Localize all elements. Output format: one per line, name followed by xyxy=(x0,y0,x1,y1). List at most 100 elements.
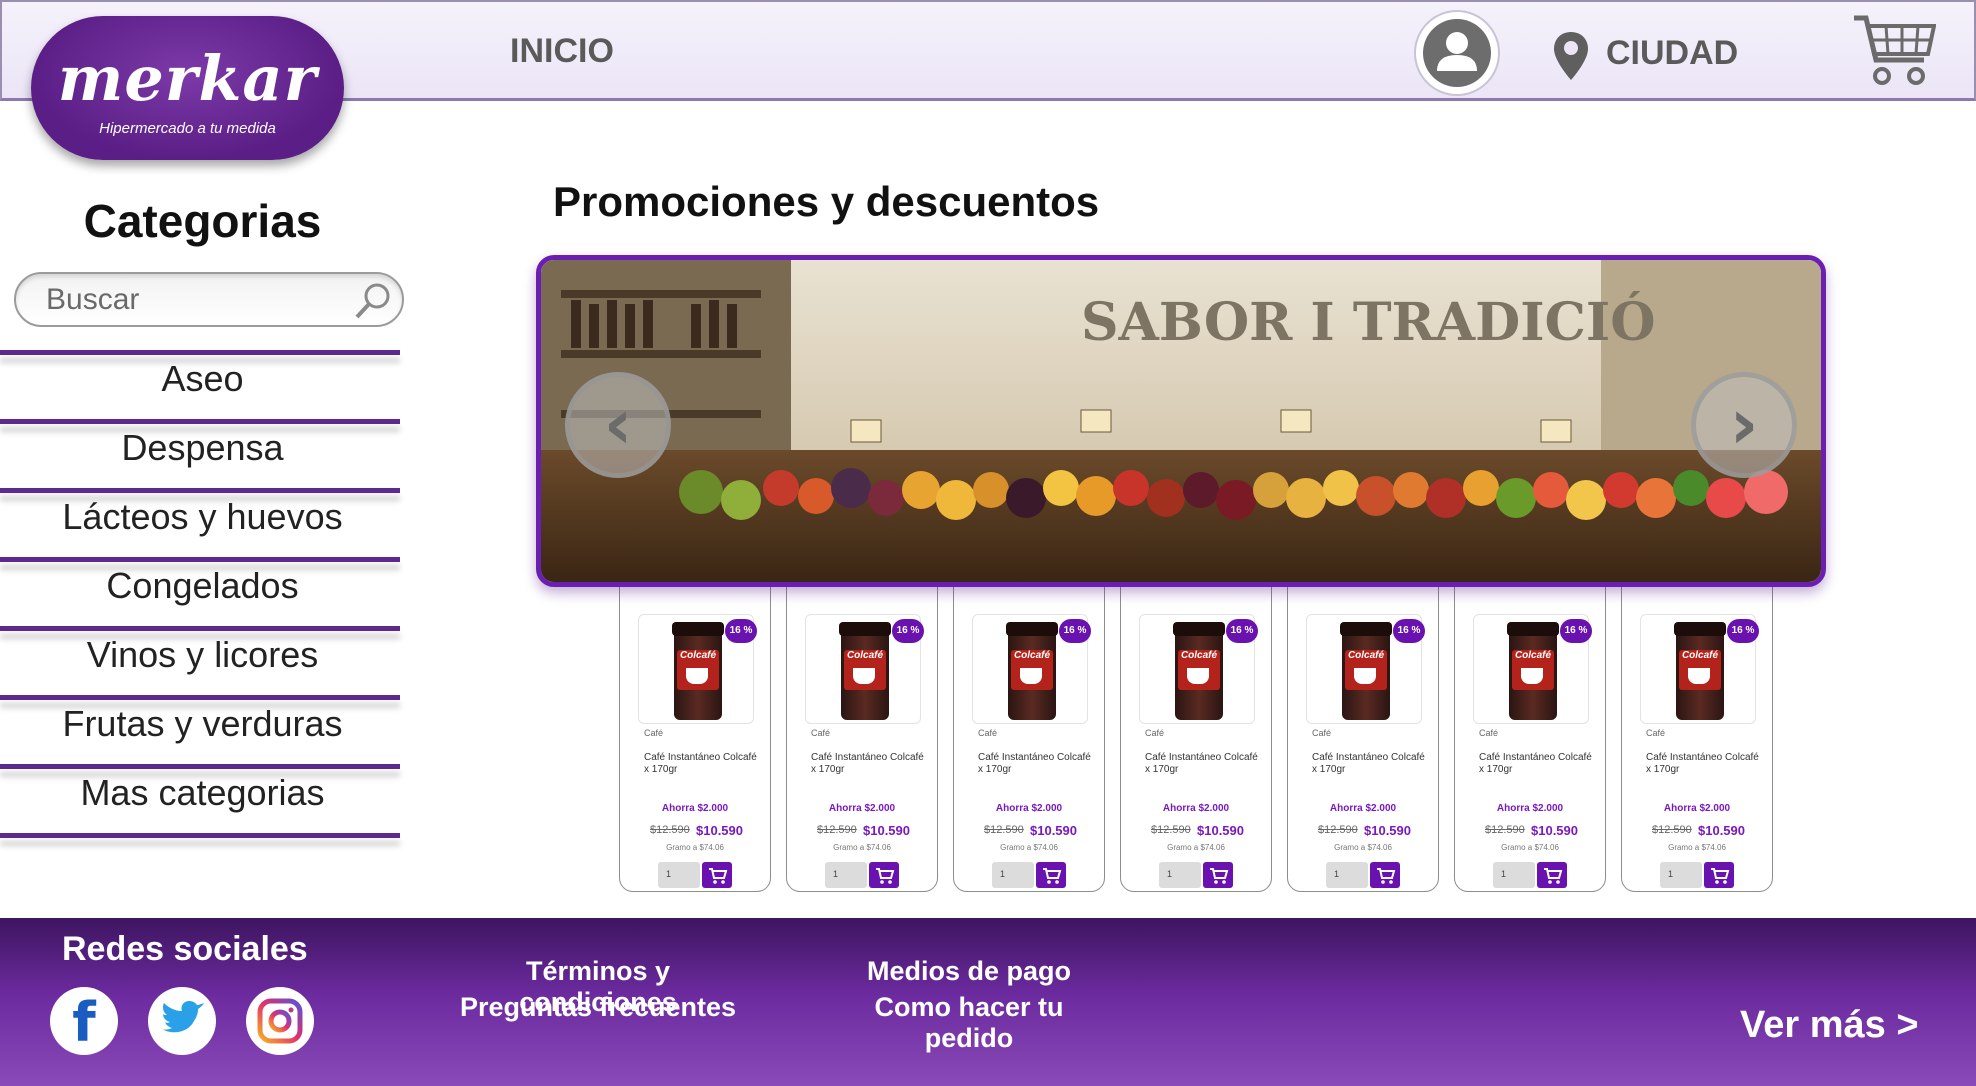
social-title: Redes sociales xyxy=(62,930,308,968)
logo-brand: merkar xyxy=(57,42,318,115)
product-card[interactable]: Colcafé 16 % Café Café Instantáneo Colcafé … xyxy=(1454,545,1606,892)
category-divider xyxy=(0,764,400,769)
quantity-input[interactable]: 1 xyxy=(992,862,1034,888)
quantity-input[interactable]: 1 xyxy=(1493,862,1535,888)
see-more-link[interactable]: Ver más > xyxy=(1740,1004,1919,1047)
product-image[interactable]: Colcafé 16 % xyxy=(638,614,757,724)
add-to-cart-button[interactable] xyxy=(869,862,899,888)
product-card[interactable]: Colcafé 16 % Café Café Instantáneo Colcafé … xyxy=(619,545,771,892)
unit-price: Gramo a $74.06 xyxy=(666,843,724,852)
discount-badge: 16 % xyxy=(1727,619,1759,643)
payment-methods-link[interactable]: Medios de pago xyxy=(830,956,1108,987)
category-item-lacteos[interactable]: Lácteos y huevos xyxy=(0,496,405,538)
product-name[interactable]: Café Instantáneo Colcafé x 170gr xyxy=(1312,752,1430,776)
old-price: $12.590 xyxy=(817,824,857,836)
product-brand: Colcafé xyxy=(1347,650,1385,661)
product-name[interactable]: Café Instantáneo Colcafé x 170gr xyxy=(811,752,929,776)
discount-badge: 16 % xyxy=(1393,619,1425,643)
unit-price: Gramo a $74.06 xyxy=(1668,843,1726,852)
discount-badge: 16 % xyxy=(1226,619,1258,643)
savings-label: Ahorra $2.000 xyxy=(1663,803,1731,814)
add-to-cart-button[interactable] xyxy=(1704,862,1734,888)
new-price: $10.590 xyxy=(863,823,910,838)
twitter-icon[interactable] xyxy=(148,987,216,1055)
chevron-right-icon: › xyxy=(1729,383,1759,465)
product-name[interactable]: Café Instantáneo Colcafé x 170gr xyxy=(1646,752,1764,776)
coffee-jar-image: Colcafé xyxy=(1340,622,1392,720)
category-item-despensa[interactable]: Despensa xyxy=(0,427,405,469)
product-image[interactable]: Colcafé 16 % xyxy=(805,614,924,724)
product-card[interactable]: Colcafé 16 % Café Café Instantáneo Colcafé … xyxy=(1621,545,1773,892)
product-image[interactable]: Colcafé 16 % xyxy=(1473,614,1592,724)
new-price: $10.590 xyxy=(1531,823,1578,838)
old-price: $12.590 xyxy=(1485,824,1525,836)
quantity-input[interactable]: 1 xyxy=(1159,862,1201,888)
product-brand: Colcafé xyxy=(1013,650,1051,661)
category-item-vinos[interactable]: Vinos y licores xyxy=(0,634,405,676)
category-divider xyxy=(0,488,400,493)
quantity-input[interactable]: 1 xyxy=(1660,862,1702,888)
discount-badge: 16 % xyxy=(725,619,757,643)
product-brand: Colcafé xyxy=(1514,650,1552,661)
cart-icon[interactable] xyxy=(1852,14,1937,93)
faq-link[interactable]: Preguntas frecuentes xyxy=(452,992,744,1023)
categories-title: Categorias xyxy=(83,195,322,247)
product-card[interactable]: Colcafé 16 % Café Café Instantáneo Colcafé … xyxy=(1120,545,1272,892)
product-image[interactable]: Colcafé 16 % xyxy=(1139,614,1258,724)
add-to-cart-button[interactable] xyxy=(1370,862,1400,888)
category-divider xyxy=(0,833,400,838)
merkar-logo[interactable]: merkar Hipermercado a tu medida xyxy=(31,16,344,160)
cart-icon xyxy=(1377,868,1396,884)
savings-label: Ahorra $2.000 xyxy=(995,803,1063,814)
category-item-mas[interactable]: Mas categorias xyxy=(0,772,405,814)
user-account-button[interactable] xyxy=(1414,10,1500,96)
how-to-order-link[interactable]: Como hacer tu pedido xyxy=(830,992,1108,1054)
old-price: $12.590 xyxy=(1151,824,1191,836)
product-image[interactable]: Colcafé 16 % xyxy=(1306,614,1425,724)
category-divider xyxy=(0,695,400,700)
quantity-input[interactable]: 1 xyxy=(825,862,867,888)
search-icon[interactable] xyxy=(354,282,392,325)
product-name[interactable]: Café Instantáneo Colcafé x 170gr xyxy=(1479,752,1597,776)
product-card[interactable]: Colcafé 16 % Café Café Instantáneo Colcafé … xyxy=(1287,545,1439,892)
product-brand: Colcafé xyxy=(1681,650,1719,661)
category-item-frutas[interactable]: Frutas y verduras xyxy=(0,703,405,745)
facebook-icon[interactable]: f xyxy=(50,987,118,1055)
category-item-congelados[interactable]: Congelados xyxy=(0,565,405,607)
banner-next-button[interactable]: › xyxy=(1691,372,1797,478)
add-to-cart-button[interactable] xyxy=(702,862,732,888)
product-category: Café xyxy=(1312,728,1332,738)
product-category: Café xyxy=(644,728,664,738)
savings-label: Ahorra $2.000 xyxy=(1329,803,1397,814)
category-item-aseo[interactable]: Aseo xyxy=(0,358,405,400)
cart-icon xyxy=(876,868,895,884)
banner-prev-button[interactable]: ‹ xyxy=(565,372,671,478)
unit-price: Gramo a $74.06 xyxy=(1167,843,1225,852)
product-image[interactable]: Colcafé 16 % xyxy=(1640,614,1759,724)
nav-inicio-link[interactable]: INICIO xyxy=(510,32,614,71)
category-divider xyxy=(0,350,400,355)
product-card[interactable]: Colcafé 16 % Café Café Instantáneo Colcafé … xyxy=(953,545,1105,892)
promo-banner[interactable]: SABOR I TRADICIÓ ‹ › xyxy=(536,255,1826,587)
product-name[interactable]: Café Instantáneo Colcafé x 170gr xyxy=(978,752,1096,776)
cart-icon xyxy=(1043,868,1062,884)
quantity-input[interactable]: 1 xyxy=(1326,862,1368,888)
unit-price: Gramo a $74.06 xyxy=(1000,843,1058,852)
search-input[interactable] xyxy=(46,282,346,318)
instagram-icon[interactable] xyxy=(246,987,314,1055)
add-to-cart-button[interactable] xyxy=(1203,862,1233,888)
category-divider xyxy=(0,419,400,424)
new-price: $10.590 xyxy=(1197,823,1244,838)
product-name[interactable]: Café Instantáneo Colcafé x 170gr xyxy=(1145,752,1263,776)
coffee-jar-image: Colcafé xyxy=(1507,622,1559,720)
city-selector[interactable]: CIUDAD xyxy=(1606,34,1738,73)
product-card[interactable]: Colcafé 16 % Café Café Instantáneo Colcafé … xyxy=(786,545,938,892)
category-divider xyxy=(0,626,400,631)
coffee-jar-image: Colcafé xyxy=(1006,622,1058,720)
add-to-cart-button[interactable] xyxy=(1036,862,1066,888)
product-image[interactable]: Colcafé 16 % xyxy=(972,614,1091,724)
product-name[interactable]: Café Instantáneo Colcafé x 170gr xyxy=(644,752,762,776)
add-to-cart-button[interactable] xyxy=(1537,862,1567,888)
quantity-input[interactable]: 1 xyxy=(658,862,700,888)
unit-price: Gramo a $74.06 xyxy=(1334,843,1392,852)
